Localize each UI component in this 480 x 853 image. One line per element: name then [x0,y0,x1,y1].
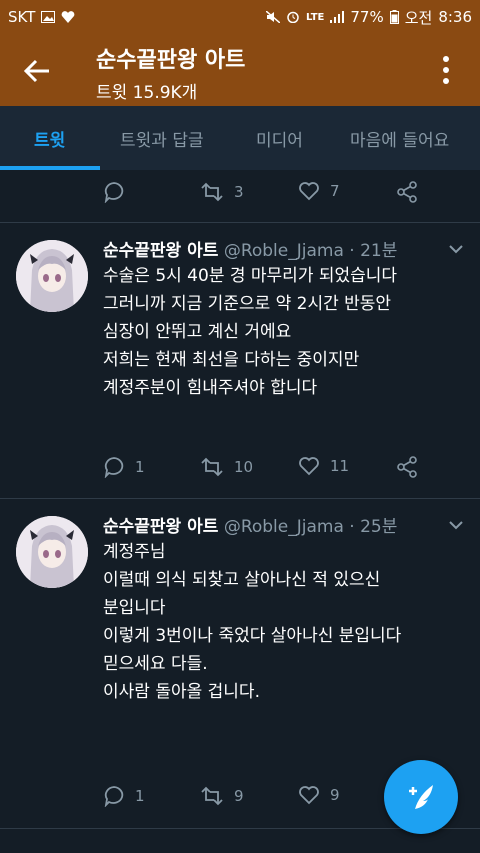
app-bar: 순수끝판왕 아트 트윗 15.9K개 [0,34,480,106]
signal-icon [330,11,345,23]
tweet-time: · 25분 [349,517,398,537]
like-count: 11 [330,457,350,475]
display-name[interactable]: 순수끝판왕 아트 [103,517,218,537]
display-name[interactable]: 순수끝판왕 아트 [103,241,218,261]
alarm-icon [287,11,299,23]
tweet-text: 계정주님 이럴때 의식 되찾고 살아나신 적 있으신 분입니다 이렇게 3번이나… [103,538,463,706]
retweet-icon [201,182,223,202]
tweet-line: 믿으세요 다들. [103,654,208,674]
chevron-down-icon[interactable] [448,520,464,530]
tweet-line: 이럴때 의식 되찾고 살아나신 적 있으신 [103,570,381,590]
anime-avatar-image [16,240,88,312]
tweet-count: 트윗 15.9K개 [96,83,198,103]
share-icon [397,456,417,478]
anime-avatar-image [16,516,88,588]
tab-likes[interactable]: 마음에 들어요 [350,126,449,151]
network-label: LTE [305,11,325,23]
avatar[interactable] [16,240,88,312]
retweet-count: 9 [234,787,244,805]
tab-media[interactable]: 미디어 [256,126,303,151]
reply-button[interactable]: 1 [103,456,145,478]
tweet[interactable]: 순수끝판왕 아트 @Roble_Jjama · 21분 수술은 5시 40분 경… [0,222,480,498]
chevron-down-icon[interactable] [448,244,464,254]
reply-icon [104,182,124,203]
tweet-actions: 1 10 11 [0,456,480,486]
tweet-line: 저희는 현재 최선을 다하는 중이지만 [103,350,360,370]
profile-title: 순수끝판왕 아트 [96,48,246,73]
tweet-line: 이사람 돌아올 겁니다. [103,682,260,702]
like-button[interactable]: 9 [298,785,340,805]
active-tab-indicator [0,166,100,170]
retweet-button[interactable]: 10 [200,456,253,478]
tweet-line: 계정주분이 힘내주셔야 합니다 [103,378,318,398]
like-count: 9 [330,786,340,804]
heart-icon [62,11,75,23]
retweet-button[interactable]: 3 [200,181,244,203]
heart-outline-icon [299,786,319,805]
tweet-time: · 21분 [349,241,398,261]
user-handle[interactable]: @Roble_Jjama [224,241,344,261]
tweet-line: 심장이 안뛰고 계신 거에요 [103,322,292,342]
tweet-line: 분입니다 [103,598,166,618]
like-button[interactable]: 7 [298,181,340,201]
reply-button[interactable]: 1 [103,785,145,807]
retweet-icon [201,786,223,806]
battery-icon [389,10,399,24]
retweet-count: 3 [234,183,244,201]
reply-icon [104,457,124,478]
tweet-header: 순수끝판왕 아트 @Roble_Jjama · 21분 [103,236,397,261]
reply-count: 1 [135,787,145,805]
prev-tweet-actions: 3 7 [0,181,480,211]
tab-tweets[interactable]: 트윗 [34,126,65,151]
like-button[interactable]: 11 [298,456,349,476]
share-button[interactable] [396,456,418,478]
image-icon [41,11,56,23]
time-label: 8:36 [438,8,472,26]
reply-count: 1 [135,458,145,476]
like-count: 7 [330,182,340,200]
retweet-count: 10 [234,458,254,476]
ampm-label: 오전 [404,8,433,27]
tab-bar: 트윗 트윗과 답글 미디어 마음에 들어요 [0,106,480,170]
mute-icon [265,11,280,23]
tweet-text: 수술은 5시 40분 경 마무리가 되었습니다 그러니까 지금 기준으로 약 2… [103,262,463,402]
reply-icon [104,786,124,807]
compose-quill-icon [409,785,433,809]
tweet-line: 이렇게 3번이나 죽었다 살아나신 분입니다 [103,626,402,646]
tab-tweets-and-replies[interactable]: 트윗과 답글 [120,126,204,151]
reply-button[interactable] [103,181,125,203]
tweet-line: 수술은 5시 40분 경 마무리가 되었습니다 [103,266,398,286]
carrier-label: SKT [8,8,36,26]
share-button[interactable] [396,181,418,203]
retweet-icon [201,457,223,477]
heart-outline-icon [299,457,319,476]
status-bar: SKT LTE 77% 오전 8:36 [0,0,480,34]
back-arrow-icon[interactable] [22,56,52,86]
compose-tweet-button[interactable] [384,760,458,834]
tweet-header: 순수끝판왕 아트 @Roble_Jjama · 25분 [103,512,397,537]
retweet-button[interactable]: 9 [200,785,244,807]
tweet-line: 그러니까 지금 기준으로 약 2시간 반동안 [103,294,392,314]
more-options-icon[interactable] [434,54,458,86]
battery-label: 77% [350,8,384,26]
share-icon [397,181,417,203]
heart-outline-icon [299,182,319,201]
avatar[interactable] [16,516,88,588]
user-handle[interactable]: @Roble_Jjama [224,517,344,537]
tweet-line: 계정주님 [103,542,166,562]
